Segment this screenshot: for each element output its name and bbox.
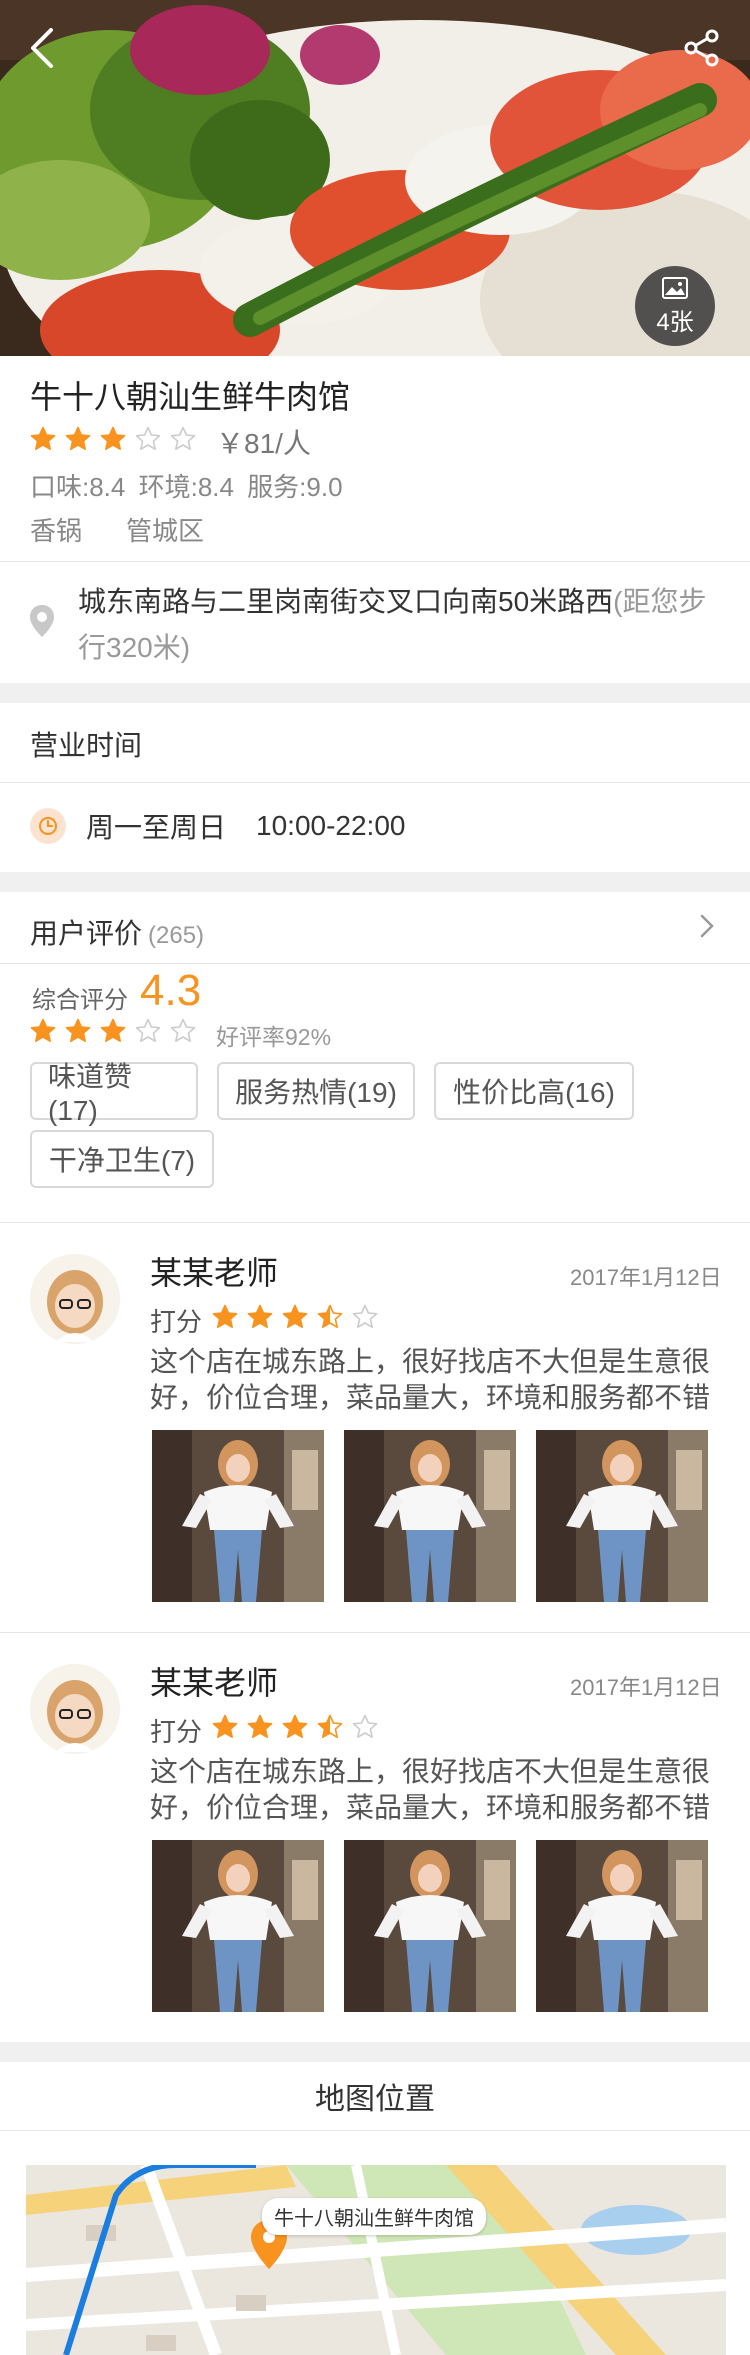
address-street: 城东南路与二里岗南街交叉口向南50米路西 bbox=[78, 586, 614, 617]
star-full-icon bbox=[65, 1018, 91, 1042]
restaurant-tags: 香锅 管城区 bbox=[30, 511, 204, 548]
price-per-person: ￥81/人 bbox=[216, 428, 311, 459]
review-photo[interactable] bbox=[344, 1430, 516, 1602]
good-rate: 好评率92% bbox=[216, 1024, 332, 1050]
restaurant-rating bbox=[30, 426, 196, 452]
divider bbox=[0, 782, 750, 783]
review-photo[interactable] bbox=[152, 1430, 324, 1602]
score-label: 打分 bbox=[150, 1717, 203, 1747]
reviews-title-text: 用户评价 bbox=[30, 918, 143, 949]
review-photo[interactable] bbox=[344, 1840, 516, 2012]
hours-days: 周一至周日 bbox=[86, 812, 227, 843]
map-title: 地图位置 bbox=[315, 2083, 435, 2116]
tag-category[interactable]: 香锅 bbox=[30, 511, 82, 548]
review-date: 2017年1月12日 bbox=[570, 1265, 722, 1290]
star-full-icon bbox=[282, 1714, 308, 1738]
reviews-count: (265) bbox=[148, 922, 205, 949]
divider bbox=[0, 561, 750, 562]
tag-district[interactable]: 管城区 bbox=[126, 511, 204, 548]
review-tag-value[interactable]: 性价比高(16) bbox=[434, 1062, 634, 1120]
section-gap bbox=[0, 683, 750, 703]
chevron-right-icon bbox=[700, 914, 714, 938]
star-empty-icon bbox=[352, 1714, 378, 1738]
image-icon bbox=[662, 276, 688, 299]
star-empty-icon bbox=[135, 426, 161, 450]
reviewer-name: 某某老师 bbox=[150, 1255, 279, 1291]
reviews-title: 用户评价 (265) bbox=[30, 912, 204, 952]
chevron-left-icon bbox=[31, 28, 53, 68]
map-view[interactable] bbox=[26, 2165, 726, 2355]
star-full-icon bbox=[30, 426, 56, 450]
review-tag-service[interactable]: 服务热情(19) bbox=[217, 1062, 415, 1120]
overall-score: 4.3 bbox=[140, 966, 202, 1015]
photo-count: 4张 bbox=[656, 308, 694, 336]
divider bbox=[0, 963, 750, 964]
review-photo[interactable] bbox=[152, 1840, 324, 2012]
review-stars bbox=[212, 1714, 378, 1740]
share-button[interactable] bbox=[672, 18, 732, 78]
review-stars bbox=[212, 1304, 378, 1330]
review-item[interactable]: 某某老师 2017年1月12日 打分 这个店在城东路上，很好找店不大但是生意很好… bbox=[0, 1222, 750, 1632]
review-item[interactable]: 某某老师 2017年1月12日 打分 这个店在城东路上，很好找店不大但是生意很好… bbox=[0, 1632, 750, 2042]
sub-scores: 口味:8.4 环境:8.4 服务:9.0 bbox=[30, 472, 343, 502]
review-tag-taste[interactable]: 味道赞(17) bbox=[30, 1061, 198, 1126]
map-label: 牛十八朝汕生鲜牛肉馆 bbox=[262, 2198, 486, 2235]
review-text: 这个店在城东路上，很好找店不大但是生意很好，价位合理，菜品量大，环境和服务都不错 bbox=[150, 1756, 711, 1823]
divider bbox=[0, 2130, 750, 2131]
star-full-icon bbox=[282, 1304, 308, 1328]
star-half-icon bbox=[317, 1714, 343, 1738]
avatar[interactable] bbox=[30, 1254, 120, 1344]
star-full-icon bbox=[30, 1018, 56, 1042]
review-tag-clean[interactable]: 干净卫生(7) bbox=[30, 1130, 214, 1188]
share-icon bbox=[684, 29, 719, 67]
reviewer-name: 某某老师 bbox=[150, 1665, 279, 1701]
section-gap bbox=[0, 2042, 750, 2062]
overall-rating-stars bbox=[30, 1018, 196, 1044]
address-text: 城东南路与二里岗南街交叉口向南50米路西(距您步行320米) bbox=[78, 579, 718, 671]
review-photo[interactable] bbox=[536, 1430, 708, 1602]
star-full-icon bbox=[65, 426, 91, 450]
star-full-icon bbox=[247, 1714, 273, 1738]
hours-row: 周一至周日 10:00-22:00 bbox=[30, 806, 405, 846]
star-full-icon bbox=[212, 1714, 238, 1738]
reviews-header[interactable]: 用户评价 (265) bbox=[0, 892, 750, 964]
clock-icon bbox=[30, 808, 66, 844]
restaurant-name: 牛十八朝汕生鲜牛肉馆 bbox=[30, 379, 351, 415]
star-empty-icon bbox=[352, 1304, 378, 1328]
back-button[interactable] bbox=[12, 18, 72, 78]
hours-title: 营业时间 bbox=[30, 730, 143, 761]
photo-count-badge[interactable]: 4张 bbox=[635, 266, 715, 346]
review-photo[interactable] bbox=[536, 1840, 708, 2012]
location-pin-icon bbox=[30, 605, 54, 637]
star-full-icon bbox=[100, 426, 126, 450]
star-half-icon bbox=[317, 1304, 343, 1328]
review-text: 这个店在城东路上，很好找店不大但是生意很好，价位合理，菜品量大，环境和服务都不错 bbox=[150, 1346, 711, 1413]
restaurant-info: 牛十八朝汕生鲜牛肉馆 ￥81/人 口味:8.4 环境:8.4 服务:9.0 香锅… bbox=[0, 356, 750, 561]
score-label: 打分 bbox=[150, 1307, 203, 1337]
review-date: 2017年1月12日 bbox=[570, 1675, 722, 1700]
star-empty-icon bbox=[170, 426, 196, 450]
star-empty-icon bbox=[135, 1018, 161, 1042]
avatar[interactable] bbox=[30, 1664, 120, 1754]
overall-score-label: 综合评分 bbox=[32, 987, 128, 1014]
star-full-icon bbox=[247, 1304, 273, 1328]
hours-time: 10:00-22:00 bbox=[256, 810, 406, 841]
section-gap bbox=[0, 872, 750, 892]
star-full-icon bbox=[212, 1304, 238, 1328]
address-row[interactable]: 城东南路与二里岗南街交叉口向南50米路西(距您步行320米) bbox=[0, 563, 750, 683]
star-full-icon bbox=[100, 1018, 126, 1042]
star-empty-icon bbox=[170, 1018, 196, 1042]
